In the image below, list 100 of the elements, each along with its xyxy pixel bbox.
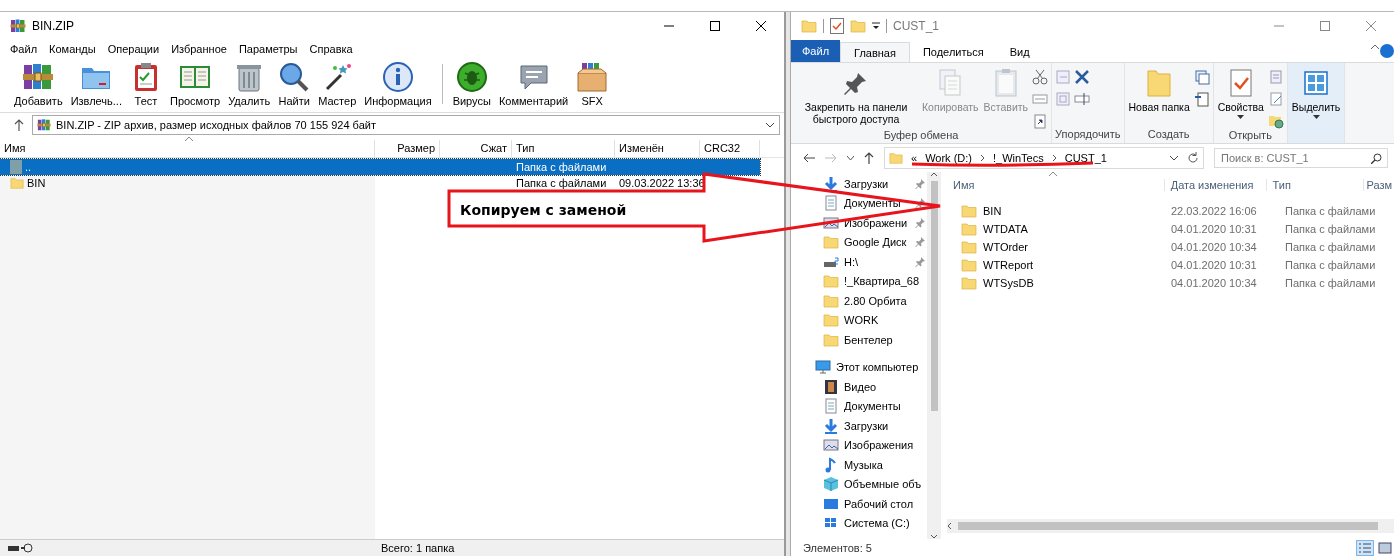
maximize-icon[interactable] <box>710 21 720 31</box>
breadcrumb[interactable]: !_WinTecs <box>993 152 1044 164</box>
file-menu-button[interactable]: Файл <box>791 40 841 62</box>
toolbar-button[interactable]: Просмотр <box>165 58 225 107</box>
address-field[interactable]: « Work (D:) !_WinTecs CUST_1 <box>884 147 1204 169</box>
nav-item[interactable]: !_Квартира_68 <box>791 271 927 291</box>
file-name[interactable]: WTOrder <box>983 241 1029 253</box>
file-type: Папка с файлами <box>515 161 608 173</box>
file-name[interactable]: WTReport <box>983 259 1034 271</box>
nav-item[interactable]: Загрузки <box>791 174 927 194</box>
nav-item[interactable]: Объемные объ <box>791 474 927 494</box>
search-field[interactable]: Поиск в: CUST_1 <box>1214 148 1388 168</box>
nav-item[interactable]: Документы <box>791 396 927 416</box>
column-header[interactable]: Имя <box>0 140 375 157</box>
nav-item[interactable]: Изображени <box>791 213 927 233</box>
address-field[interactable]: BIN.ZIP - ZIP архив, размер исходных файлов 70 155 924 байт <box>32 115 780 135</box>
column-header[interactable]: Сжат <box>440 140 512 157</box>
nav-item[interactable]: Рабочий стол <box>791 494 927 514</box>
menu-item[interactable]: Параметры <box>238 43 298 55</box>
ribbon-tab[interactable]: Вид <box>996 42 1043 62</box>
toolbar-button[interactable]: Мастер <box>314 58 361 107</box>
edit-icon[interactable] <box>1267 91 1284 107</box>
file-name[interactable]: WTDATA <box>983 223 1028 235</box>
scrollbar[interactable] <box>927 172 941 539</box>
menu-item[interactable]: Операции <box>107 43 160 55</box>
nav-item[interactable]: Видео <box>791 377 927 397</box>
file-row[interactable]: .. Папка с файлами <box>0 159 760 175</box>
nav-item[interactable]: Изображения <box>791 435 927 455</box>
caret-icon <box>1237 115 1245 119</box>
file-name: BIN <box>27 177 46 189</box>
column-header[interactable]: Изменён <box>615 140 700 157</box>
toolbar-button[interactable]: SFX <box>572 58 613 107</box>
back-icon[interactable] <box>803 153 815 163</box>
file-type: Папка с файлами <box>1284 205 1377 217</box>
nav-item[interactable]: Google Диск <box>791 232 927 252</box>
ribbon-tab[interactable]: Главная <box>840 42 910 62</box>
column-header[interactable]: Тип <box>1266 179 1365 191</box>
column-header[interactable]: Тип <box>512 140 615 157</box>
menu-item[interactable]: Избранное <box>171 43 227 55</box>
new-item-icon[interactable] <box>1193 69 1210 85</box>
nav-item[interactable]: Бентелер <box>791 330 927 350</box>
recent-caret-icon[interactable] <box>847 156 854 160</box>
toolbar-button[interactable]: Удалить <box>224 58 275 107</box>
dropdown-icon[interactable] <box>872 22 880 30</box>
overflow-mark[interactable]: « <box>911 152 918 164</box>
menu-item[interactable]: Команды <box>49 43 96 55</box>
folder-icon <box>961 203 977 219</box>
nav-item[interactable]: Этот компьютер <box>791 357 927 377</box>
toolbar-button[interactable]: Найти <box>274 58 315 107</box>
toolbar-button[interactable]: Извлечь... <box>66 58 126 107</box>
ribbon-button[interactable]: Свойства <box>1216 63 1265 129</box>
breadcrumb[interactable]: CUST_1 <box>1064 152 1107 164</box>
search-icon[interactable] <box>1371 152 1382 164</box>
easy-access-icon[interactable] <box>1193 91 1210 107</box>
download-icon <box>823 175 839 192</box>
file-name[interactable]: BIN <box>983 205 1002 217</box>
properties-icon[interactable] <box>830 18 844 34</box>
toolbar-button[interactable]: Добавить <box>10 58 67 107</box>
nav-item[interactable]: Система (C:) <box>791 513 927 533</box>
column-header[interactable]: Дата изменения <box>1164 179 1267 191</box>
close-icon[interactable] <box>756 21 766 31</box>
nav-item[interactable]: Загрузки <box>791 416 927 436</box>
up-arrow-icon[interactable] <box>14 119 24 131</box>
ribbon-button[interactable]: Закрепить на панели быстрого доступа <box>794 63 918 129</box>
ribbon-tab[interactable]: Поделиться <box>909 42 997 62</box>
group-label: Упорядочить <box>1055 128 1121 142</box>
delete-icon[interactable] <box>1074 69 1091 85</box>
toolbar-button[interactable]: Комментарий <box>494 58 573 107</box>
details-view-icon[interactable] <box>1358 541 1372 554</box>
menu-item[interactable]: Справка <box>309 43 353 55</box>
rename-icon[interactable] <box>1074 91 1091 107</box>
up-arrow-icon[interactable] <box>864 152 874 164</box>
column-header[interactable]: Разм <box>1364 179 1394 191</box>
menu-item[interactable]: Файл <box>10 43 38 55</box>
paste-shortcut-icon[interactable] <box>1032 113 1049 129</box>
toolbar-button[interactable]: Тест <box>125 58 166 107</box>
status-text: Всего: 1 папка <box>381 542 455 554</box>
column-header[interactable]: CRC32 <box>700 140 760 157</box>
toolbar-button[interactable]: Информация <box>360 58 436 107</box>
column-header[interactable]: Имя <box>947 179 1165 191</box>
scrollbar[interactable] <box>947 519 1394 533</box>
nav-item[interactable]: 2.80 Орбита <box>791 291 927 311</box>
folder-icon <box>823 331 839 348</box>
ribbon-button[interactable]: Новая папка <box>1127 63 1191 128</box>
large-icons-view-icon[interactable] <box>1378 541 1392 554</box>
scissors-icon[interactable] <box>1032 69 1049 85</box>
caret-icon[interactable] <box>1169 155 1179 161</box>
history-icon[interactable] <box>1267 113 1284 129</box>
breadcrumb[interactable]: Work (D:) <box>925 152 972 164</box>
column-header[interactable]: Размер <box>375 140 440 157</box>
collapse-icon[interactable] <box>1370 44 1380 50</box>
nav-item[interactable]: H:\ <box>791 252 927 272</box>
nav-item[interactable]: Музыка <box>791 455 927 475</box>
nav-item[interactable]: Документы <box>791 193 927 213</box>
nav-item[interactable]: WORK <box>791 310 927 330</box>
file-name: .. <box>25 161 32 173</box>
toolbar-button[interactable]: Вирусы <box>448 58 495 107</box>
file-name[interactable]: WTSysDB <box>983 277 1034 289</box>
refresh-icon[interactable] <box>1187 152 1199 164</box>
info-icon <box>381 61 414 93</box>
